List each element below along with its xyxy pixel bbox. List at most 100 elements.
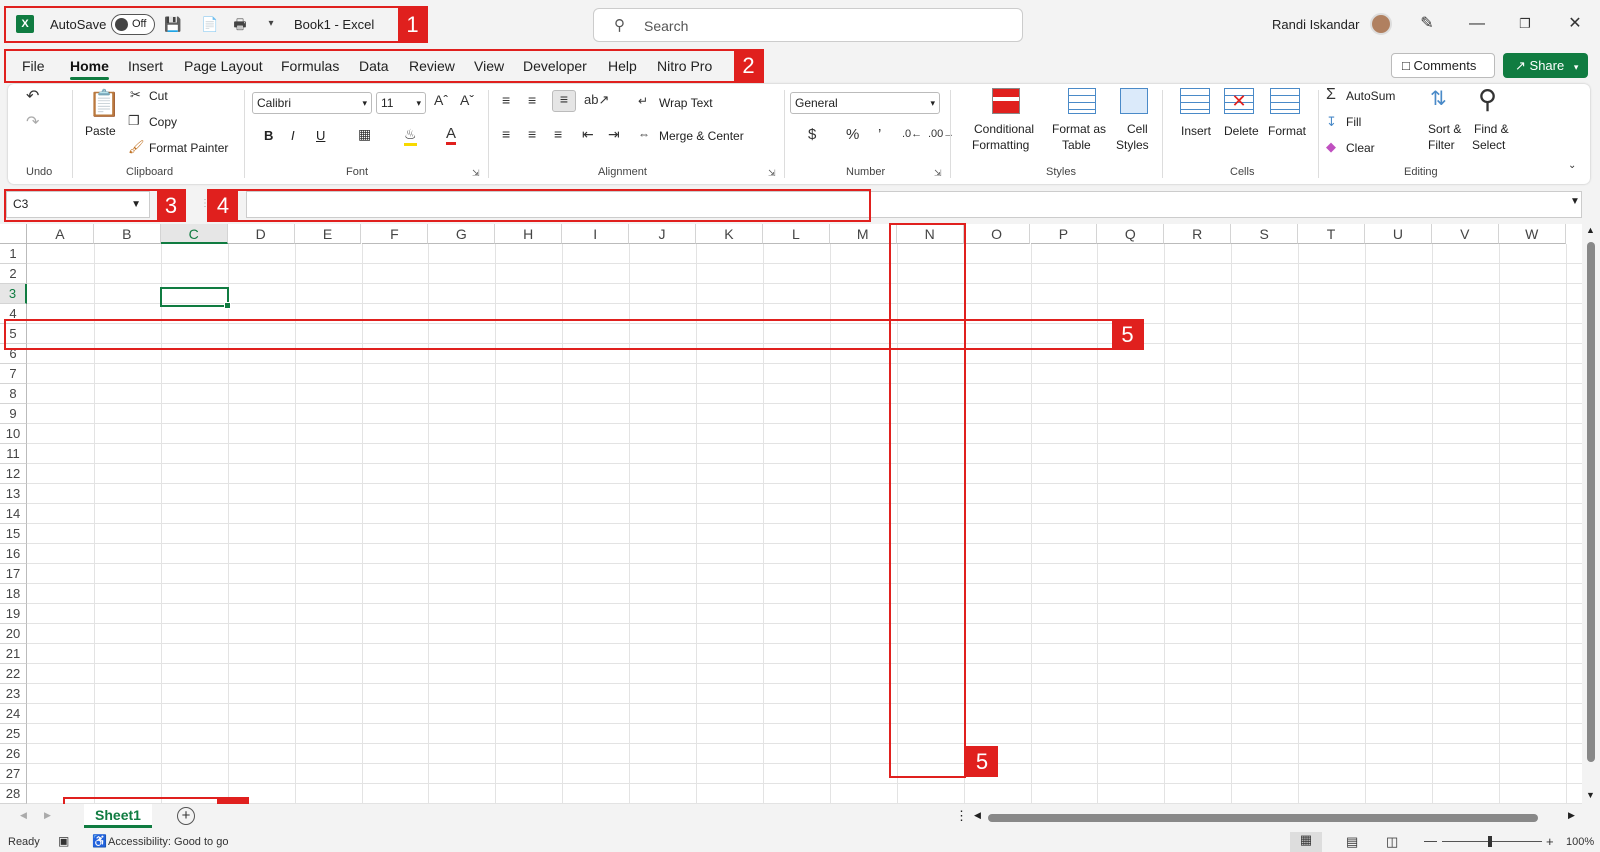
column-header[interactable]: F	[361, 224, 429, 244]
format-cells-label[interactable]: Format	[1268, 124, 1306, 138]
borders-icon[interactable]: ▦	[358, 126, 371, 143]
column-header[interactable]: V	[1431, 224, 1499, 244]
sort-filter-icon[interactable]: ⇅	[1430, 86, 1447, 111]
normal-view-icon[interactable]: ▦	[1290, 832, 1322, 852]
column-header[interactable]: G	[428, 224, 496, 244]
row-header[interactable]: 18	[0, 584, 27, 604]
italic-button[interactable]: I	[291, 128, 295, 143]
underline-button[interactable]: U	[316, 128, 325, 143]
column-header[interactable]: T	[1298, 224, 1365, 244]
bottom-align-icon[interactable]: ≡	[552, 90, 576, 112]
delete-cells-icon[interactable]: ✕	[1224, 88, 1254, 114]
row-header[interactable]: 6	[0, 344, 27, 364]
redo-icon[interactable]: ↷	[26, 112, 39, 132]
increase-indent-icon[interactable]: ⇥	[608, 126, 620, 143]
close-icon[interactable]: ✕	[1564, 12, 1586, 36]
middle-align-icon[interactable]: ≡	[528, 92, 536, 108]
zoom-in-icon[interactable]: +	[1546, 834, 1554, 849]
merge-center-label[interactable]: Merge & Center	[659, 129, 744, 143]
new-file-icon[interactable]: 📄	[201, 14, 219, 34]
column-header[interactable]: L	[762, 224, 830, 244]
cut-icon[interactable]: ✂	[130, 87, 141, 103]
row-header[interactable]: 14	[0, 504, 27, 524]
row-header[interactable]: 11	[0, 444, 27, 464]
row-header[interactable]: 9	[0, 404, 27, 424]
row-header[interactable]: 25	[0, 724, 27, 744]
row-header[interactable]: 13	[0, 484, 27, 504]
row-header[interactable]: 24	[0, 704, 27, 724]
conditional-formatting-icon[interactable]	[992, 88, 1020, 114]
customize-qat-icon[interactable]: ▾	[262, 14, 280, 34]
restore-icon[interactable]: ❐	[1514, 12, 1536, 36]
tab-file[interactable]: File	[22, 58, 45, 74]
print-preview-icon[interactable]: 🖶	[231, 14, 249, 34]
scroll-down-icon[interactable]: ▼	[1586, 790, 1595, 800]
increase-decimal-icon[interactable]: .0←	[902, 128, 922, 140]
wrap-text-icon[interactable]: ↵	[638, 94, 648, 108]
row-header[interactable]: 16	[0, 544, 27, 564]
column-header[interactable]: R	[1164, 224, 1232, 244]
macro-record-icon[interactable]: ▣	[58, 834, 69, 848]
scroll-right-sheets-icon[interactable]: ▶	[44, 810, 51, 821]
sheet-tab[interactable]: Sheet1	[84, 804, 152, 828]
tab-nitro-pro[interactable]: Nitro Pro	[657, 58, 712, 74]
fill-label[interactable]: Fill	[1346, 115, 1361, 129]
copy-label[interactable]: Copy	[149, 115, 177, 129]
font-size-select[interactable]: 11 ▾	[376, 92, 426, 114]
font-color-icon[interactable]: A	[446, 125, 457, 145]
tab-insert[interactable]: Insert	[128, 58, 163, 74]
undo-icon[interactable]: ↶	[26, 86, 39, 106]
row-header[interactable]: 19	[0, 604, 27, 624]
tab-data[interactable]: Data	[359, 58, 389, 74]
formula-input[interactable]	[246, 191, 1582, 218]
row-header[interactable]: 1	[0, 244, 27, 264]
cell-styles-label-1[interactable]: Cell	[1127, 122, 1148, 136]
top-align-icon[interactable]: ≡	[502, 92, 510, 108]
dialog-launcher-icon[interactable]: ⇲	[472, 168, 480, 179]
column-header[interactable]: N	[896, 224, 964, 244]
align-left-icon[interactable]: ≡	[502, 126, 510, 142]
pen-icon[interactable]: ✎	[1416, 12, 1438, 36]
insert-cells-label[interactable]: Insert	[1181, 124, 1211, 138]
align-center-icon[interactable]: ≡	[528, 126, 536, 142]
conditional-formatting-label-1[interactable]: Conditional	[974, 122, 1034, 136]
accessibility-icon[interactable]: ♿	[92, 834, 107, 848]
page-layout-view-icon[interactable]: ▤	[1346, 834, 1358, 850]
tab-page-layout[interactable]: Page Layout	[184, 58, 263, 74]
zoom-level[interactable]: 100%	[1566, 836, 1594, 848]
cell-styles-icon[interactable]	[1120, 88, 1148, 114]
expand-formula-bar-icon[interactable]: ▼	[1570, 196, 1580, 207]
more-options-icon[interactable]: ⋮	[955, 808, 968, 824]
tab-formulas[interactable]: Formulas	[281, 58, 339, 74]
row-header[interactable]: 26	[0, 744, 27, 764]
row-header[interactable]: 22	[0, 664, 27, 684]
column-header[interactable]: J	[629, 224, 696, 244]
worksheet-grid[interactable]: ABCDEFGHIJKLMNOPQRSTUVW 1 2 3 4 5 6 7 8 9 10 11 12 1…	[0, 224, 1600, 804]
scroll-left-sheets-icon[interactable]: ◀	[20, 810, 27, 821]
active-cell[interactable]	[160, 287, 231, 309]
autosum-label[interactable]: AutoSum	[1346, 89, 1395, 103]
column-header[interactable]: W	[1498, 224, 1566, 244]
zoom-slider[interactable]	[1442, 841, 1542, 842]
vertical-scroll-thumb[interactable]	[1587, 242, 1595, 762]
bold-button[interactable]: B	[264, 128, 273, 143]
column-header[interactable]: D	[227, 224, 295, 244]
minimize-icon[interactable]: —	[1466, 12, 1488, 36]
cell-styles-label-2[interactable]: Styles	[1116, 138, 1149, 152]
tab-help[interactable]: Help	[608, 58, 637, 74]
column-header[interactable]: U	[1365, 224, 1432, 244]
fill-color-icon[interactable]: ♨	[404, 126, 417, 146]
zoom-out-icon[interactable]: —	[1424, 833, 1437, 848]
tab-review[interactable]: Review	[409, 58, 455, 74]
vertical-scrollbar[interactable]: ▲ ▼	[1582, 224, 1600, 804]
row-header[interactable]: 28	[0, 784, 27, 804]
column-header[interactable]: I	[562, 224, 630, 244]
share-button[interactable]: ↗ Share ▾	[1503, 53, 1588, 78]
avatar[interactable]	[1370, 13, 1392, 35]
number-format-select[interactable]: General ▾	[790, 92, 940, 114]
format-painter-label[interactable]: Format Painter	[149, 141, 228, 155]
shrink-font-icon[interactable]: Aˇ	[460, 92, 474, 108]
percent-icon[interactable]: %	[846, 126, 859, 143]
page-break-view-icon[interactable]: ◫	[1386, 834, 1398, 850]
row-header[interactable]: 23	[0, 684, 27, 704]
